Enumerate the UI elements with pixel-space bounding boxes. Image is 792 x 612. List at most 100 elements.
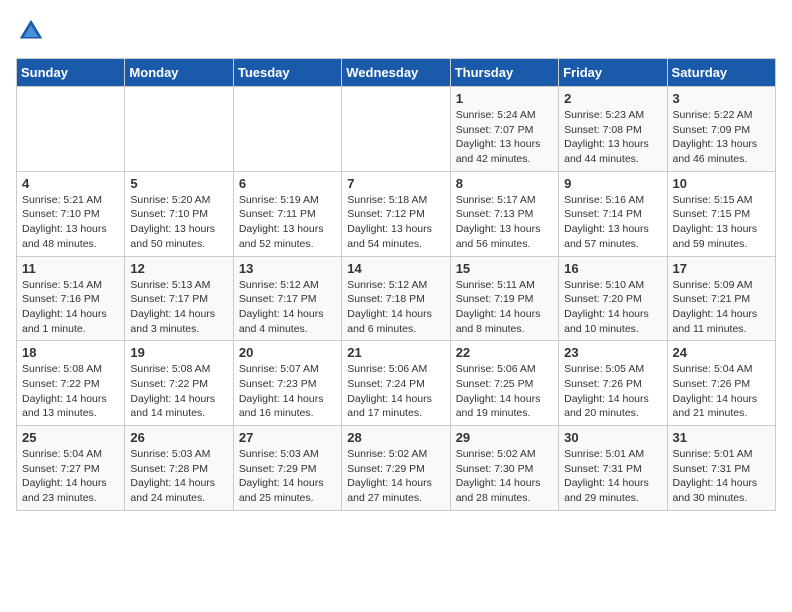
day-number: 7	[347, 176, 444, 191]
day-info: Sunrise: 5:19 AM Sunset: 7:11 PM Dayligh…	[239, 193, 336, 252]
calendar-cell	[342, 87, 450, 172]
calendar-cell: 26 Sunrise: 5:03 AM Sunset: 7:28 PM Dayli…	[125, 426, 233, 511]
day-info: Sunrise: 5:01 AM Sunset: 7:31 PM Dayligh…	[564, 447, 661, 506]
day-info: Sunrise: 5:22 AM Sunset: 7:09 PM Dayligh…	[673, 108, 770, 167]
day-of-week-header: Monday	[125, 59, 233, 87]
calendar-week-row: 11 Sunrise: 5:14 AM Sunset: 7:16 PM Dayli…	[17, 256, 776, 341]
day-info: Sunrise: 5:12 AM Sunset: 7:17 PM Dayligh…	[239, 278, 336, 337]
day-info: Sunrise: 5:04 AM Sunset: 7:27 PM Dayligh…	[22, 447, 119, 506]
day-number: 24	[673, 345, 770, 360]
calendar-cell: 15 Sunrise: 5:11 AM Sunset: 7:19 PM Dayli…	[450, 256, 558, 341]
calendar-cell: 10 Sunrise: 5:15 AM Sunset: 7:15 PM Dayli…	[667, 171, 775, 256]
calendar-cell	[17, 87, 125, 172]
calendar-cell: 24 Sunrise: 5:04 AM Sunset: 7:26 PM Dayli…	[667, 341, 775, 426]
calendar-cell: 21 Sunrise: 5:06 AM Sunset: 7:24 PM Dayli…	[342, 341, 450, 426]
day-info: Sunrise: 5:06 AM Sunset: 7:25 PM Dayligh…	[456, 362, 553, 421]
day-of-week-header: Thursday	[450, 59, 558, 87]
day-number: 3	[673, 91, 770, 106]
day-of-week-header: Wednesday	[342, 59, 450, 87]
day-number: 18	[22, 345, 119, 360]
day-info: Sunrise: 5:01 AM Sunset: 7:31 PM Dayligh…	[673, 447, 770, 506]
day-info: Sunrise: 5:09 AM Sunset: 7:21 PM Dayligh…	[673, 278, 770, 337]
calendar-cell: 20 Sunrise: 5:07 AM Sunset: 7:23 PM Dayli…	[233, 341, 341, 426]
day-info: Sunrise: 5:14 AM Sunset: 7:16 PM Dayligh…	[22, 278, 119, 337]
day-info: Sunrise: 5:02 AM Sunset: 7:29 PM Dayligh…	[347, 447, 444, 506]
calendar-cell: 3 Sunrise: 5:22 AM Sunset: 7:09 PM Daylig…	[667, 87, 775, 172]
day-number: 5	[130, 176, 227, 191]
day-number: 15	[456, 261, 553, 276]
calendar-header-row: SundayMondayTuesdayWednesdayThursdayFrid…	[17, 59, 776, 87]
day-info: Sunrise: 5:23 AM Sunset: 7:08 PM Dayligh…	[564, 108, 661, 167]
calendar-cell: 27 Sunrise: 5:03 AM Sunset: 7:29 PM Dayli…	[233, 426, 341, 511]
day-number: 30	[564, 430, 661, 445]
day-number: 28	[347, 430, 444, 445]
calendar-week-row: 4 Sunrise: 5:21 AM Sunset: 7:10 PM Daylig…	[17, 171, 776, 256]
day-of-week-header: Friday	[559, 59, 667, 87]
day-of-week-header: Sunday	[17, 59, 125, 87]
calendar-cell: 13 Sunrise: 5:12 AM Sunset: 7:17 PM Dayli…	[233, 256, 341, 341]
calendar-cell: 23 Sunrise: 5:05 AM Sunset: 7:26 PM Dayli…	[559, 341, 667, 426]
day-number: 23	[564, 345, 661, 360]
day-number: 6	[239, 176, 336, 191]
calendar-cell	[125, 87, 233, 172]
day-info: Sunrise: 5:16 AM Sunset: 7:14 PM Dayligh…	[564, 193, 661, 252]
calendar-cell: 31Sunrise: 5:01 AM Sunset: 7:31 PM Dayli…	[667, 426, 775, 511]
day-info: Sunrise: 5:24 AM Sunset: 7:07 PM Dayligh…	[456, 108, 553, 167]
day-number: 4	[22, 176, 119, 191]
calendar-cell: 25Sunrise: 5:04 AM Sunset: 7:27 PM Dayli…	[17, 426, 125, 511]
day-number: 10	[673, 176, 770, 191]
calendar-cell: 16 Sunrise: 5:10 AM Sunset: 7:20 PM Dayli…	[559, 256, 667, 341]
calendar-cell: 2 Sunrise: 5:23 AM Sunset: 7:08 PM Daylig…	[559, 87, 667, 172]
day-info: Sunrise: 5:06 AM Sunset: 7:24 PM Dayligh…	[347, 362, 444, 421]
day-info: Sunrise: 5:03 AM Sunset: 7:29 PM Dayligh…	[239, 447, 336, 506]
calendar-cell: 14 Sunrise: 5:12 AM Sunset: 7:18 PM Dayli…	[342, 256, 450, 341]
day-info: Sunrise: 5:18 AM Sunset: 7:12 PM Dayligh…	[347, 193, 444, 252]
calendar-cell	[233, 87, 341, 172]
day-number: 26	[130, 430, 227, 445]
day-number: 1	[456, 91, 553, 106]
day-info: Sunrise: 5:17 AM Sunset: 7:13 PM Dayligh…	[456, 193, 553, 252]
day-number: 11	[22, 261, 119, 276]
day-number: 12	[130, 261, 227, 276]
day-info: Sunrise: 5:11 AM Sunset: 7:19 PM Dayligh…	[456, 278, 553, 337]
day-number: 9	[564, 176, 661, 191]
calendar-cell: 22 Sunrise: 5:06 AM Sunset: 7:25 PM Dayli…	[450, 341, 558, 426]
calendar-week-row: 18Sunrise: 5:08 AM Sunset: 7:22 PM Dayli…	[17, 341, 776, 426]
day-number: 17	[673, 261, 770, 276]
day-info: Sunrise: 5:03 AM Sunset: 7:28 PM Dayligh…	[130, 447, 227, 506]
calendar-cell: 1 Sunrise: 5:24 AM Sunset: 7:07 PM Daylig…	[450, 87, 558, 172]
page-header	[16, 16, 776, 46]
calendar-cell: 18Sunrise: 5:08 AM Sunset: 7:22 PM Dayli…	[17, 341, 125, 426]
day-number: 2	[564, 91, 661, 106]
calendar-cell: 5Sunrise: 5:20 AM Sunset: 7:10 PM Daylig…	[125, 171, 233, 256]
day-info: Sunrise: 5:07 AM Sunset: 7:23 PM Dayligh…	[239, 362, 336, 421]
calendar-cell: 6 Sunrise: 5:19 AM Sunset: 7:11 PM Daylig…	[233, 171, 341, 256]
day-number: 14	[347, 261, 444, 276]
calendar-week-row: 1 Sunrise: 5:24 AM Sunset: 7:07 PM Daylig…	[17, 87, 776, 172]
day-info: Sunrise: 5:15 AM Sunset: 7:15 PM Dayligh…	[673, 193, 770, 252]
day-number: 22	[456, 345, 553, 360]
day-number: 13	[239, 261, 336, 276]
calendar-cell: 12 Sunrise: 5:13 AM Sunset: 7:17 PM Dayli…	[125, 256, 233, 341]
calendar-cell: 19Sunrise: 5:08 AM Sunset: 7:22 PM Dayli…	[125, 341, 233, 426]
day-number: 20	[239, 345, 336, 360]
calendar-cell: 29Sunrise: 5:02 AM Sunset: 7:30 PM Dayli…	[450, 426, 558, 511]
day-of-week-header: Tuesday	[233, 59, 341, 87]
day-number: 8	[456, 176, 553, 191]
day-number: 16	[564, 261, 661, 276]
day-info: Sunrise: 5:21 AM Sunset: 7:10 PM Dayligh…	[22, 193, 119, 252]
calendar-table: SundayMondayTuesdayWednesdayThursdayFrid…	[16, 58, 776, 511]
calendar-cell: 11 Sunrise: 5:14 AM Sunset: 7:16 PM Dayli…	[17, 256, 125, 341]
day-info: Sunrise: 5:05 AM Sunset: 7:26 PM Dayligh…	[564, 362, 661, 421]
day-number: 29	[456, 430, 553, 445]
logo	[16, 16, 50, 46]
day-info: Sunrise: 5:13 AM Sunset: 7:17 PM Dayligh…	[130, 278, 227, 337]
calendar-cell: 30 Sunrise: 5:01 AM Sunset: 7:31 PM Dayli…	[559, 426, 667, 511]
day-info: Sunrise: 5:12 AM Sunset: 7:18 PM Dayligh…	[347, 278, 444, 337]
logo-icon	[16, 16, 46, 46]
day-number: 27	[239, 430, 336, 445]
calendar-cell: 4 Sunrise: 5:21 AM Sunset: 7:10 PM Daylig…	[17, 171, 125, 256]
day-info: Sunrise: 5:10 AM Sunset: 7:20 PM Dayligh…	[564, 278, 661, 337]
day-info: Sunrise: 5:04 AM Sunset: 7:26 PM Dayligh…	[673, 362, 770, 421]
day-number: 21	[347, 345, 444, 360]
